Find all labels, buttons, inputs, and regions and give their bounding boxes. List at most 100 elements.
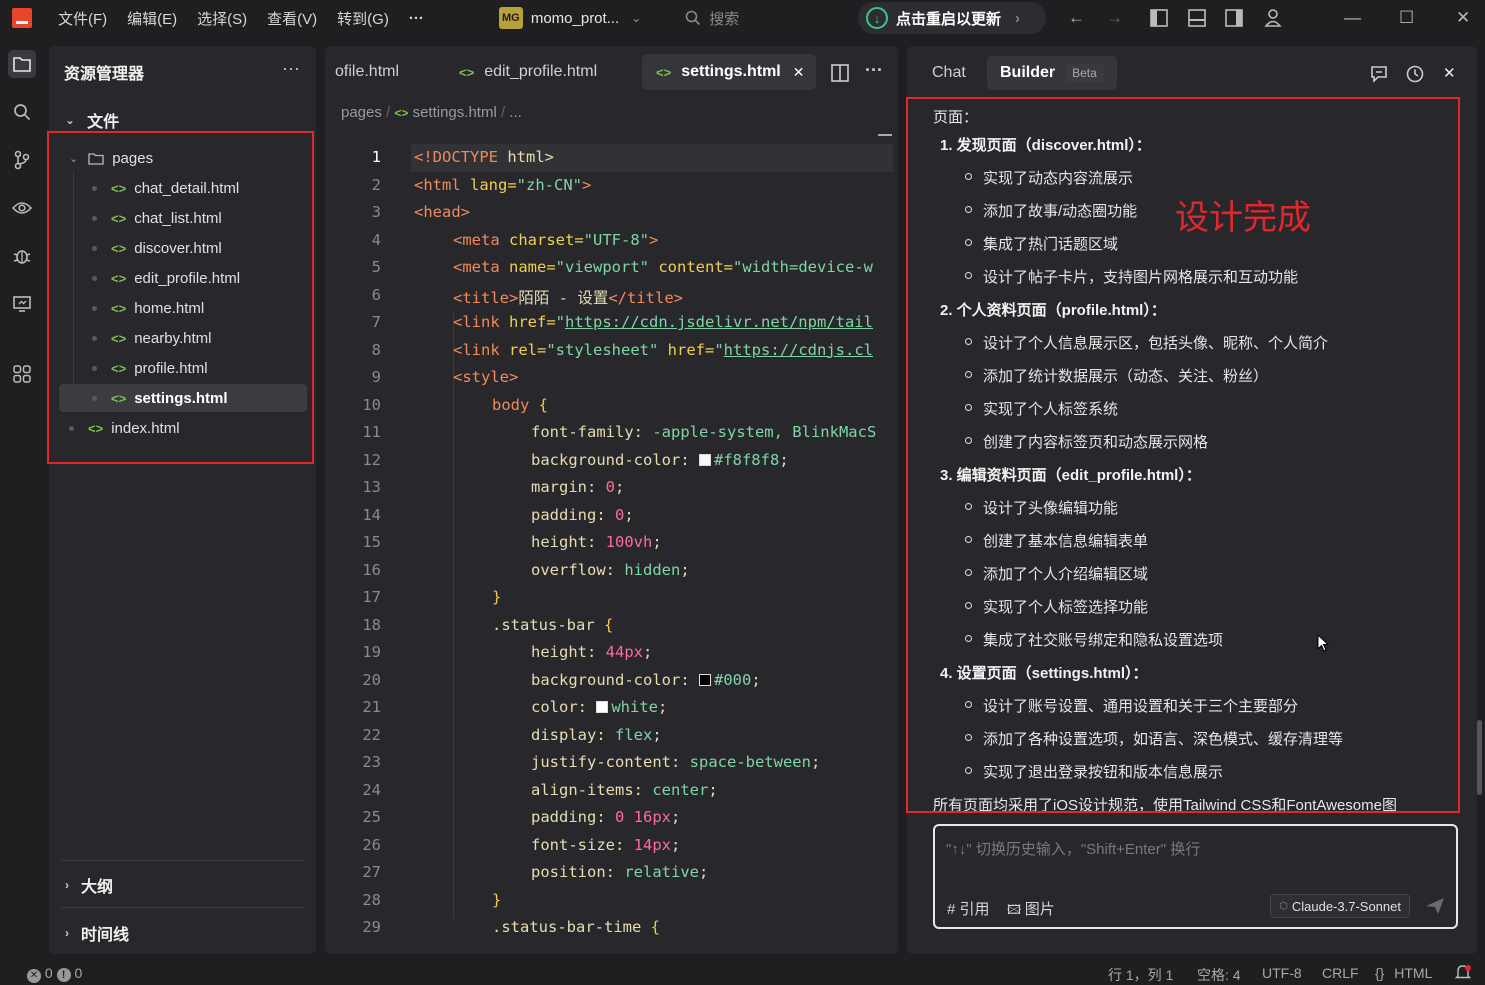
line-number: 26 — [362, 835, 381, 854]
tab-edit-profile[interactable]: <> edit_profile.html — [459, 54, 597, 90]
debug-icon[interactable] — [8, 242, 36, 270]
code-token: charset= — [499, 230, 584, 249]
menu-goto[interactable]: 转到(G) — [337, 8, 389, 29]
code-token: { — [594, 615, 614, 634]
code-token: : — [633, 780, 653, 799]
notification-bell-icon[interactable] — [1455, 964, 1471, 981]
code-token: https://cdn.jsdelivr.net/npm/tail — [565, 313, 873, 331]
toggle-bottom-panel-icon[interactable] — [1188, 9, 1206, 27]
color-swatch[interactable] — [698, 673, 711, 686]
split-editor-icon[interactable] — [831, 64, 849, 82]
image-button[interactable]: 🖾 图片 — [1007, 898, 1055, 923]
breadcrumb-file[interactable]: settings.html — [413, 104, 497, 121]
cursor-position[interactable]: 行 1，列 1 — [1108, 965, 1173, 985]
line-ending[interactable]: CRLF — [1322, 965, 1359, 981]
tab-settings[interactable]: <> settings.html ✕ — [642, 54, 817, 90]
toggle-left-panel-icon[interactable] — [1150, 9, 1168, 27]
tab-profile[interactable]: ofile.html — [335, 54, 399, 90]
line-number: 6 — [371, 285, 381, 304]
account-icon[interactable] — [1264, 8, 1282, 28]
search-box[interactable]: 搜索 — [685, 8, 739, 29]
code-token: ; — [810, 753, 821, 771]
files-section-header[interactable]: ⌄ 文件 — [65, 108, 119, 132]
project-name: momo_prot... — [530, 9, 620, 27]
code-token: padding — [531, 505, 597, 524]
forward-arrow-icon[interactable]: → — [1106, 8, 1123, 28]
code-token: "viewport" — [555, 258, 649, 276]
code-token: <meta — [453, 258, 500, 276]
menu-file[interactable]: 文件(F) — [58, 8, 107, 29]
explorer-more-icon[interactable]: ··· — [282, 58, 300, 79]
history-icon[interactable] — [1405, 64, 1425, 84]
code-token: ; — [624, 505, 634, 524]
code-token: : — [680, 450, 699, 469]
close-tab-icon[interactable]: ✕ — [793, 64, 805, 81]
color-swatch[interactable] — [596, 701, 609, 713]
code-token: html> — [498, 148, 554, 166]
eye-icon[interactable] — [8, 194, 36, 222]
close-window-icon[interactable]: ✕ — [1456, 8, 1470, 28]
code-token: .status-bar-time — [492, 918, 642, 936]
code-token: 100vh — [605, 533, 653, 551]
search-placeholder: 搜索 — [709, 10, 740, 28]
chevron-right-icon: › — [65, 878, 69, 892]
code-token: <style> — [453, 368, 519, 386]
editor-more-icon[interactable]: ··· — [865, 60, 883, 81]
model-label: Claude-3.7-Sonnet — [1291, 898, 1401, 914]
language-mode[interactable]: {} HTML — [1375, 965, 1432, 981]
code-token: height — [531, 533, 587, 551]
menu-more-icon[interactable]: ··· — [409, 10, 424, 27]
timeline-section-header[interactable]: › 时间线 — [65, 921, 129, 945]
divider — [61, 860, 304, 861]
code-line: background-color: #000; — [531, 671, 761, 689]
menu-select[interactable]: 选择(S) — [197, 8, 247, 29]
html-file-icon: <> — [656, 64, 672, 80]
project-switcher[interactable]: MG momo_prot... ⌄ — [498, 7, 641, 29]
tab-chat[interactable]: Chat — [921, 56, 977, 90]
minimize-icon[interactable]: — — [1344, 8, 1361, 28]
menu-view[interactable]: 查看(V) — [267, 8, 317, 29]
source-control-icon[interactable] — [8, 146, 36, 174]
error-icon: ✕ — [27, 969, 41, 983]
model-selector[interactable]: ⬡ Claude-3.7-Sonnet — [1270, 894, 1410, 918]
extensions-icon[interactable] — [8, 360, 36, 388]
code-line: .status-bar-time { — [492, 918, 660, 936]
reference-button[interactable]: # 引用 — [947, 898, 990, 919]
tab-builder[interactable]: Builder Beta — [987, 56, 1117, 90]
menu-edit[interactable]: 编辑(E) — [127, 8, 177, 29]
editor-panel: ofile.html <> edit_profile.html <> setti… — [325, 46, 898, 954]
errors-indicator[interactable]: ✕ 0 ! 0 — [27, 965, 82, 983]
remote-screen-icon[interactable] — [8, 290, 36, 318]
code-token: href= — [499, 313, 556, 331]
encoding[interactable]: UTF-8 — [1262, 965, 1302, 981]
send-icon[interactable] — [1424, 896, 1446, 916]
back-arrow-icon[interactable]: ← — [1068, 8, 1085, 28]
highlight-box-files — [47, 131, 314, 464]
code-token: ; — [652, 725, 662, 744]
outline-section-header[interactable]: › 大纲 — [65, 873, 113, 897]
project-badge: MG — [498, 7, 523, 29]
close-panel-icon[interactable]: ✕ — [1443, 64, 1456, 82]
restart-update-button[interactable]: ↓ 点击重启以更新 › — [858, 2, 1046, 34]
search-icon — [685, 10, 701, 26]
toggle-right-panel-icon[interactable] — [1225, 9, 1243, 27]
breadcrumb-folder[interactable]: pages — [341, 104, 382, 121]
search-icon[interactable] — [8, 98, 36, 126]
panel-scrollbar[interactable] — [1477, 720, 1482, 795]
code-token: "zh-CN" — [516, 175, 582, 194]
explorer-icon[interactable] — [8, 50, 36, 78]
color-swatch[interactable] — [698, 453, 711, 466]
code-token: : — [596, 808, 615, 826]
maximize-icon[interactable]: ☐ — [1399, 8, 1414, 28]
code-line: font-family: -apple-system, BlinkMacS — [531, 423, 876, 441]
code-token: 陌陌 - 设置 — [518, 288, 609, 307]
chat-input[interactable]: "↑↓" 切换历史输入，"Shift+Enter" 换行 # 引用 🖾 图片 ⬡… — [933, 824, 1458, 929]
code-token: </title> — [608, 288, 683, 307]
new-chat-icon[interactable] — [1369, 64, 1389, 84]
breadcrumb-symbol[interactable]: ... — [509, 104, 522, 121]
line-number: 14 — [362, 505, 381, 524]
code-token: name= — [499, 258, 556, 276]
indentation[interactable]: 空格: 4 — [1197, 965, 1241, 985]
code-token: 0 — [605, 478, 616, 496]
code-line: align-items: center; — [531, 781, 718, 799]
